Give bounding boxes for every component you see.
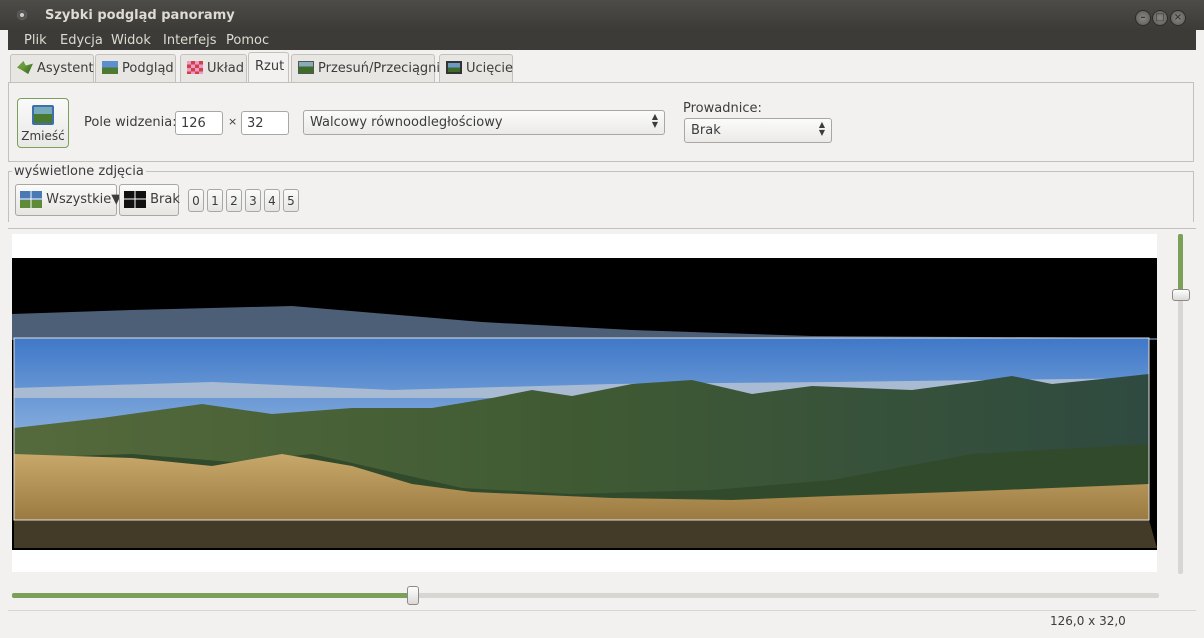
fit-icon	[32, 105, 54, 125]
tab-assistant[interactable]: Asystent	[10, 54, 94, 82]
move-drag-icon	[298, 61, 314, 74]
tab-label: Ucięcie	[466, 61, 514, 76]
tab-move-drag[interactable]: Przesuń/Przeciągnij	[291, 54, 444, 82]
projection-panel: Zmieść Pole widzenia: 126 × 32 Walcowy r…	[8, 82, 1194, 162]
vertical-slider-fill	[1178, 234, 1183, 296]
spin-arrows-icon: ▲ ▼	[651, 112, 658, 129]
projection-select[interactable]: Walcowy równoodległościowy ▲ ▼	[303, 110, 665, 135]
menu-bar: Plik Edycja Widok Interfejs Pomoc	[8, 30, 1196, 50]
fov-horizontal-input[interactable]: 126	[175, 111, 223, 135]
app-icon	[17, 10, 27, 20]
lower-image-band	[14, 520, 1157, 548]
tab-label: Układ	[207, 61, 244, 76]
image-toggle-5[interactable]: 5	[283, 189, 299, 212]
tab-label: Podgląd	[122, 61, 174, 76]
fit-button[interactable]: Zmieść	[17, 98, 69, 148]
show-none-button[interactable]: Brak	[119, 184, 180, 216]
crop-icon	[446, 61, 462, 74]
guides-value: Brak	[691, 123, 721, 138]
vertical-slider-handle[interactable]	[1172, 289, 1190, 302]
show-all-button[interactable]: Wszystkie▼	[15, 184, 121, 216]
window-title: Szybki podgląd panoramy	[45, 8, 235, 23]
displayed-images-label: wyświetlone zdjęcia	[12, 164, 146, 179]
displayed-images-group	[8, 171, 1194, 222]
preview-icon	[102, 61, 118, 74]
horizontal-slider-handle[interactable]	[407, 586, 420, 605]
horizontal-slider-fill	[12, 593, 414, 598]
tab-label: Przesuń/Przeciągnij	[318, 61, 444, 76]
tab-projection[interactable]: Rzut	[248, 52, 289, 83]
show-all-label: Wszystkie	[46, 192, 112, 207]
close-button[interactable]: ×	[1170, 10, 1186, 26]
status-fov-readout: 126,0 x 32,0	[1050, 614, 1126, 628]
fov-label: Pole widzenia:	[84, 115, 177, 130]
guides-label: Prowadnice:	[683, 101, 762, 116]
tab-crop[interactable]: Ucięcie	[439, 54, 513, 82]
menu-view[interactable]: Widok	[111, 33, 151, 48]
menu-help[interactable]: Pomoc	[226, 33, 269, 48]
tab-label: Asystent	[37, 61, 94, 76]
main-window: Szybki podgląd panoramy – □ × Plik Edycj…	[0, 0, 1204, 638]
panorama-preview[interactable]	[12, 258, 1157, 550]
assistant-icon	[17, 61, 33, 74]
image-toggle-4[interactable]: 4	[264, 189, 280, 212]
spin-arrows-icon: ▲ ▼	[818, 120, 825, 137]
minimize-button[interactable]: –	[1135, 10, 1151, 26]
tab-preview[interactable]: Podgląd	[95, 54, 176, 82]
no-images-icon	[124, 191, 146, 208]
image-toggle-1[interactable]: 1	[207, 189, 223, 212]
tab-bar: Asystent Podgląd Układ Rzut Przesuń/Prze…	[8, 50, 1196, 83]
all-images-icon	[20, 191, 42, 208]
menu-file[interactable]: Plik	[24, 33, 47, 48]
projection-value: Walcowy równoodległościowy	[310, 115, 503, 130]
title-bar: Szybki podgląd panoramy – □ ×	[0, 0, 1204, 30]
tab-layout[interactable]: Układ	[180, 54, 247, 82]
show-none-label: Brak	[150, 192, 180, 207]
image-toggle-0[interactable]: 0	[188, 189, 204, 212]
fit-label: Zmieść	[21, 129, 65, 143]
layout-icon	[187, 61, 203, 74]
status-bar	[8, 610, 1196, 632]
menu-interface[interactable]: Interfejs	[163, 33, 216, 48]
times-sign: ×	[228, 115, 238, 128]
maximize-button[interactable]: □	[1152, 10, 1168, 26]
menu-edit[interactable]: Edycja	[60, 33, 103, 48]
fov-vertical-input[interactable]: 32	[241, 111, 289, 135]
image-toggle-2[interactable]: 2	[226, 189, 242, 212]
tab-label: Rzut	[255, 59, 285, 74]
guides-select[interactable]: Brak ▲ ▼	[684, 118, 832, 143]
image-toggle-3[interactable]: 3	[245, 189, 261, 212]
